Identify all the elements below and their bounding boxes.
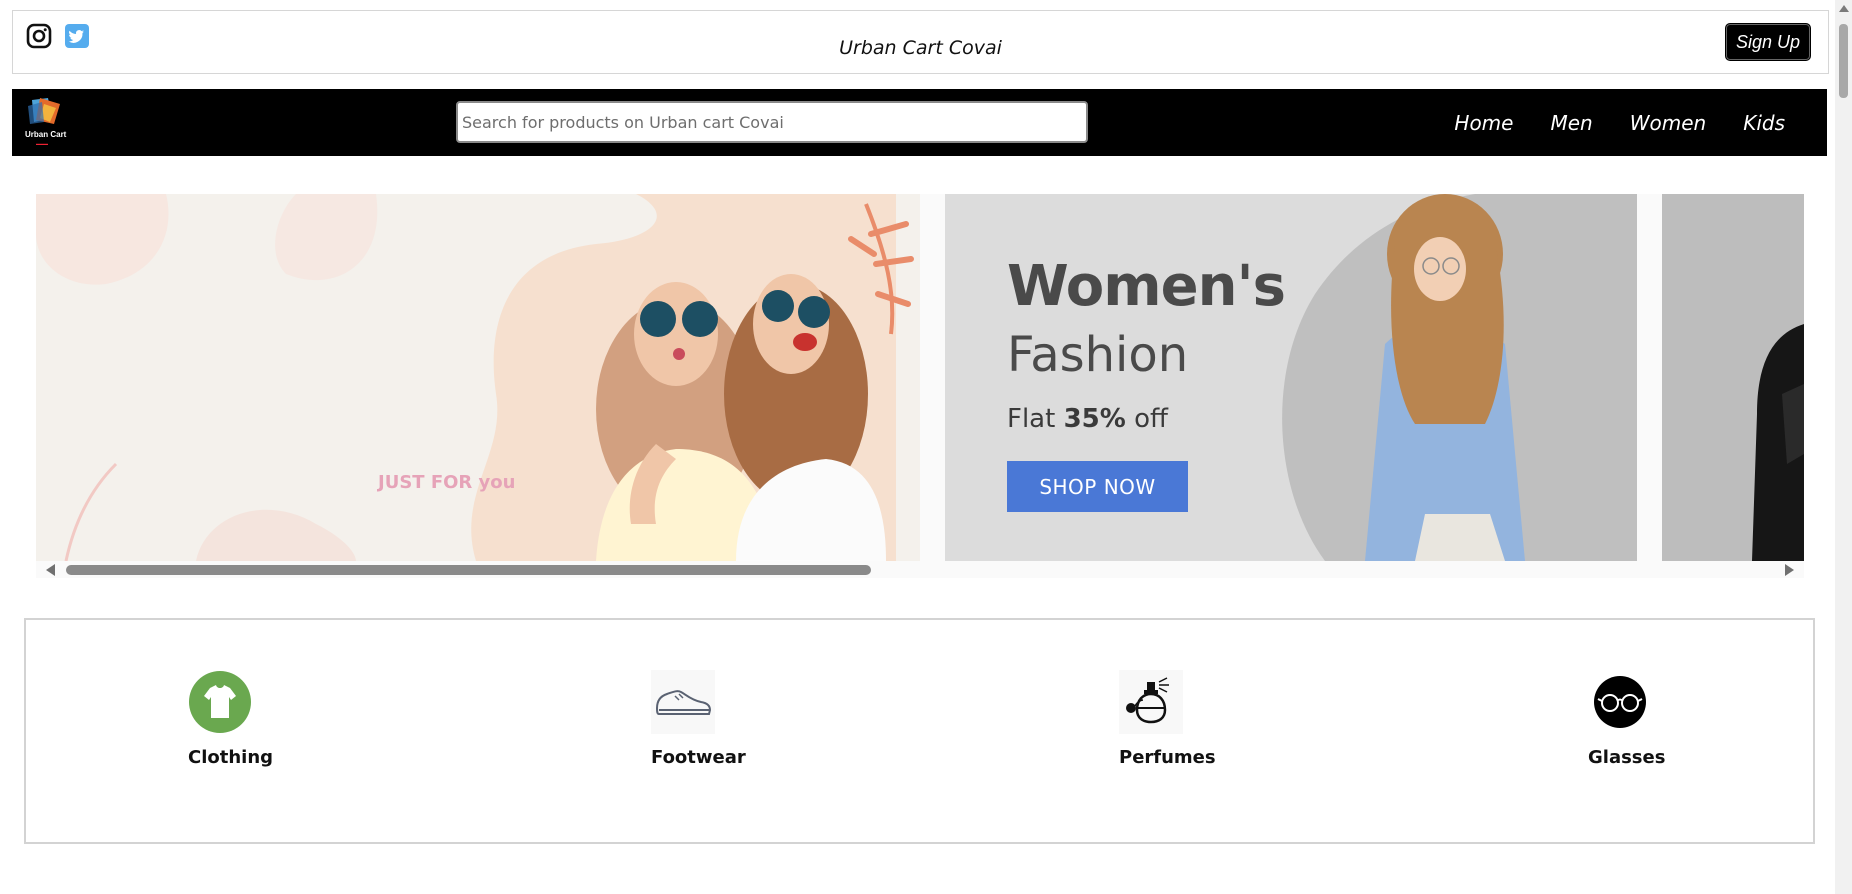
offer-value: 35% <box>1063 404 1126 434</box>
tshirt-icon <box>189 671 251 733</box>
shop-now-button[interactable]: SHOP NOW <box>1007 461 1188 512</box>
nav-women[interactable]: Women <box>1630 111 1706 135</box>
shoe-icon <box>651 670 715 734</box>
search-input[interactable] <box>456 101 1088 143</box>
category-label: Clothing <box>188 747 274 768</box>
sign-up-button[interactable]: Sign Up <box>1724 23 1811 61</box>
glasses-icon <box>1594 676 1646 728</box>
just-for-you-badge: JUST FOR you <box>378 472 516 493</box>
category-label: Footwear <box>651 747 746 768</box>
page-scroll-thumb[interactable] <box>1839 24 1848 98</box>
perfume-icon <box>1119 670 1183 734</box>
category-label: Glasses <box>1588 747 1666 768</box>
promo-heading: Women's <box>1007 254 1286 319</box>
site-logo[interactable]: Urban Cart ▬▬▬ <box>18 96 68 148</box>
category-clothing[interactable]: Clothing <box>188 670 273 768</box>
carousel-scrollbar[interactable] <box>36 561 1804 578</box>
site-title: Urban Cart Covai <box>839 37 1002 59</box>
main-navbar: Urban Cart ▬▬▬ Home Men Women Kids <box>12 89 1827 156</box>
scroll-thumb[interactable] <box>66 565 871 575</box>
nav-home[interactable]: Home <box>1454 111 1513 135</box>
banner-image-friends <box>36 194 920 561</box>
banner-image-partial <box>1662 194 1804 561</box>
nav-men[interactable]: Men <box>1550 111 1592 135</box>
promo-offer: Flat 35% off <box>1007 404 1168 434</box>
banner-slide-partial[interactable] <box>1662 194 1804 561</box>
page-scrollbar[interactable] <box>1835 0 1852 894</box>
scroll-right-arrow-icon[interactable] <box>1785 564 1794 576</box>
logo-text: Urban Cart <box>25 130 67 139</box>
logo-subtext: ▬▬▬ <box>36 141 48 146</box>
category-glasses[interactable]: Glasses <box>1588 670 1665 768</box>
offer-prefix: Flat <box>1007 404 1056 434</box>
nav-links: Home Men Women Kids <box>1454 89 1785 156</box>
category-section: Clothing Footwear Perfumes Glasses <box>24 618 1815 844</box>
carousel-slides: JUST FOR you Women's Fashion Flat 35% of… <box>36 194 1804 561</box>
banner-slide-friends[interactable]: JUST FOR you <box>36 194 920 561</box>
scroll-up-arrow-icon[interactable] <box>1839 5 1849 12</box>
category-perfumes[interactable]: Perfumes <box>1119 670 1216 768</box>
top-header: Urban Cart Covai Sign Up <box>12 10 1829 74</box>
offer-suffix: off <box>1134 404 1168 434</box>
category-footwear[interactable]: Footwear <box>651 670 746 768</box>
nav-kids[interactable]: Kids <box>1743 111 1785 135</box>
banner-carousel[interactable]: JUST FOR you Women's Fashion Flat 35% of… <box>36 194 1804 578</box>
promo-subheading: Fashion <box>1007 327 1189 383</box>
category-label: Perfumes <box>1119 747 1216 768</box>
scroll-left-arrow-icon[interactable] <box>46 564 55 576</box>
banner-slide-womens-fashion[interactable]: Women's Fashion Flat 35% off SHOP NOW <box>945 194 1637 561</box>
